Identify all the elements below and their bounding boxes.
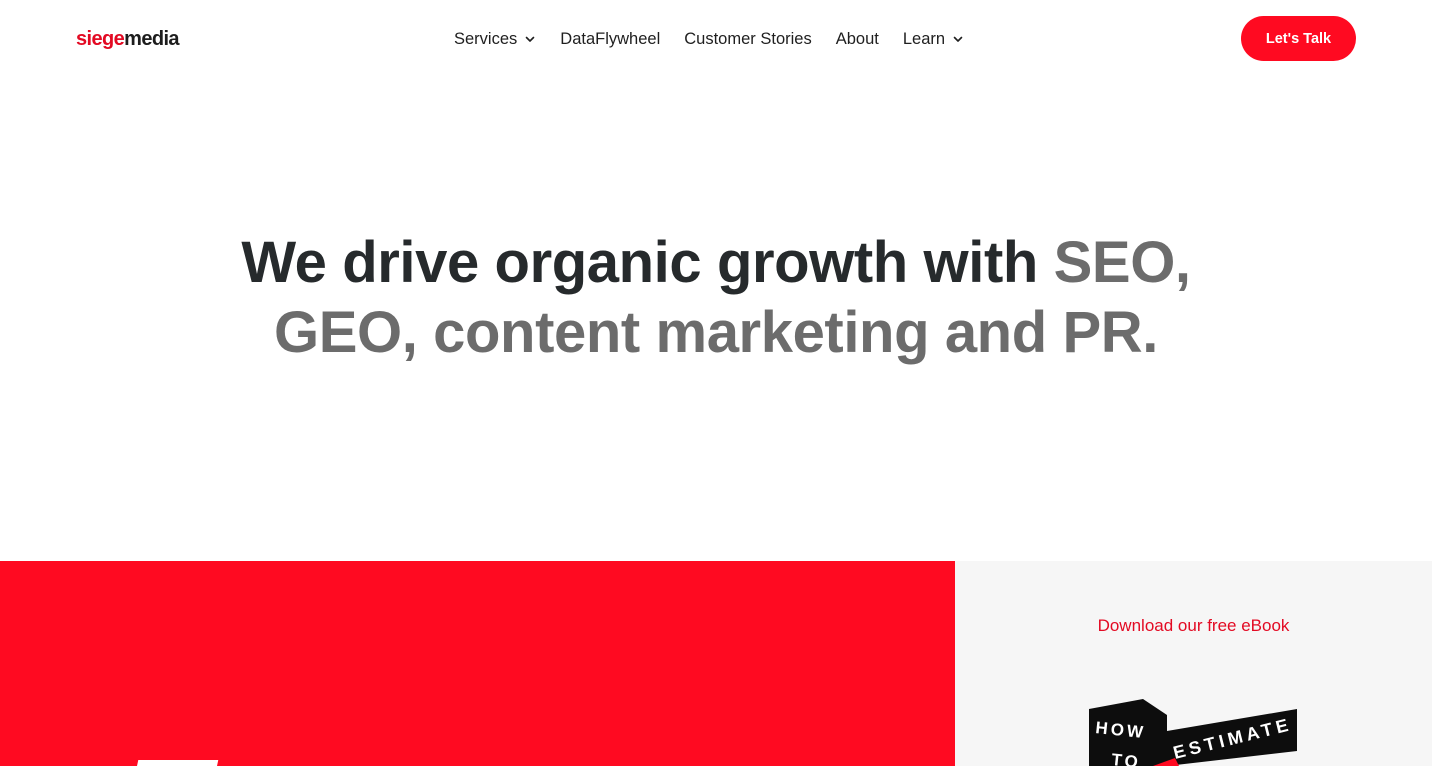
chevron-down-icon xyxy=(525,36,535,42)
decorative-shape xyxy=(135,760,219,766)
lets-talk-button[interactable]: Let's Talk xyxy=(1241,16,1356,61)
nav-item-customer-stories[interactable]: Customer Stories xyxy=(684,27,811,51)
nav-item-services[interactable]: Services xyxy=(454,27,536,51)
chevron-down-icon xyxy=(953,36,963,42)
hero-headline: We drive organic growth with SEO, GEO, c… xyxy=(0,228,1432,368)
red-feature-panel xyxy=(0,561,955,766)
logo-part-media: media xyxy=(124,28,179,50)
main-nav: Services DataFlywheel Customer Stories A… xyxy=(454,26,964,52)
nav-item-label: About xyxy=(835,30,879,48)
nav-item-learn[interactable]: Learn xyxy=(903,27,964,51)
site-header: siegemedia Services DataFlywheel Custome… xyxy=(0,0,1432,78)
logo-part-siege: siege xyxy=(76,28,125,50)
ebook-panel: Download our free eBook HOW TO ESTIMATE xyxy=(955,561,1432,766)
siegemedia-logo[interactable]: siegemedia xyxy=(76,27,180,51)
nav-item-label: Learn xyxy=(902,30,946,48)
hero-line1-dark: We drive organic growth with xyxy=(241,230,1054,295)
hero-line1-grey: SEO, xyxy=(1053,230,1191,295)
download-ebook-link[interactable]: Download our free eBook xyxy=(955,615,1432,637)
nav-item-label: Services xyxy=(454,30,518,48)
cover-word-to: TO xyxy=(1111,750,1142,766)
ebook-cover-art[interactable]: HOW TO ESTIMATE xyxy=(1083,699,1303,766)
nav-item-about[interactable]: About xyxy=(836,27,879,51)
nav-item-dataflywheel[interactable]: DataFlywheel xyxy=(560,27,660,51)
hero-line2-grey: GEO, content marketing and PR. xyxy=(274,300,1158,365)
nav-item-label: DataFlywheel xyxy=(560,30,661,48)
nav-item-label: Customer Stories xyxy=(684,30,812,48)
